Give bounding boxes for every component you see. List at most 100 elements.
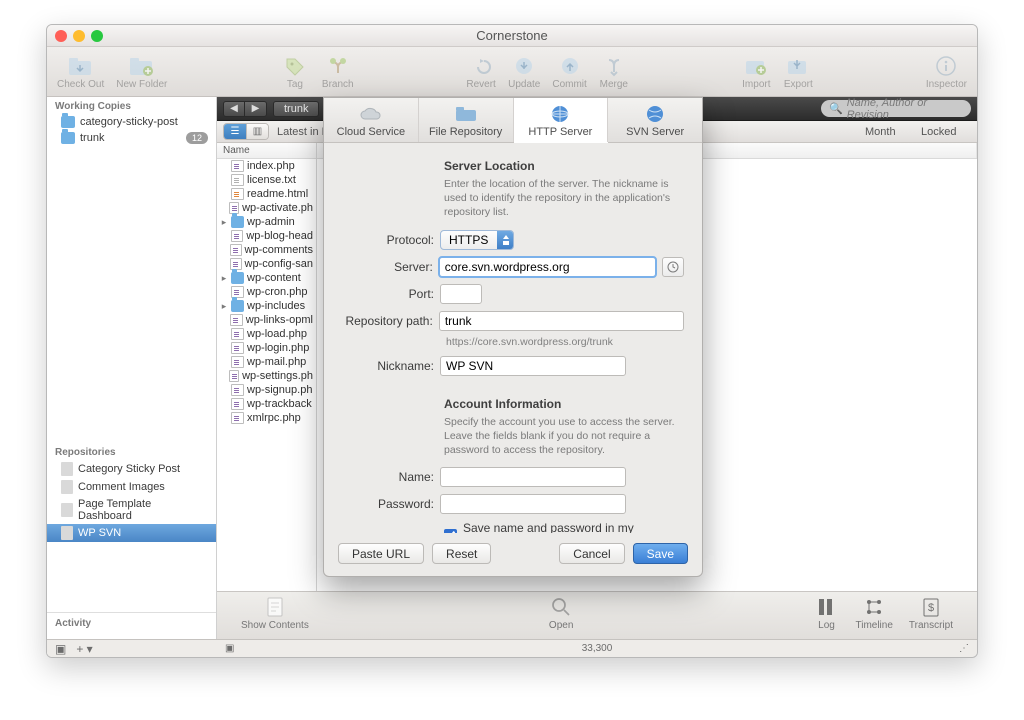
file-icon <box>231 342 244 354</box>
filetree-row[interactable]: wp-login.php <box>217 341 316 355</box>
nav-back-button[interactable]: ◀ <box>223 101 245 117</box>
working-copy-item[interactable]: category-sticky-post <box>47 114 216 130</box>
disclosure-triangle-icon[interactable]: ▸ <box>220 273 228 284</box>
folder-icon <box>61 132 75 144</box>
path-crumb[interactable]: trunk <box>273 101 319 117</box>
status-bar: ▣ 33,300 ⋰ <box>217 639 977 657</box>
server-location-desc: Enter the location of the server. The ni… <box>444 177 684 220</box>
nav-forward-button[interactable]: ▶ <box>245 101 267 117</box>
filetree-row[interactable]: wp-comments <box>217 243 316 257</box>
transcript-button[interactable]: $Transcript <box>909 595 953 631</box>
working-copy-item[interactable]: trunk12 <box>47 130 216 146</box>
account-name-label: Name: <box>336 470 440 484</box>
commit-toolbar-button[interactable]: Commit <box>552 53 586 90</box>
server-location-title: Server Location <box>444 159 684 173</box>
folder-plus-icon <box>127 53 157 79</box>
filetree-row[interactable]: wp-blog-head <box>217 229 316 243</box>
protocol-label: Protocol: <box>336 233 440 247</box>
filetree-header[interactable]: Name <box>217 143 316 159</box>
document-icon <box>262 595 288 619</box>
sidebar-add-button[interactable]: ▣ <box>55 642 66 656</box>
protocol-select-input[interactable]: HTTPS <box>440 230 514 250</box>
filetree-row[interactable]: wp-settings.ph <box>217 369 316 383</box>
filetree-row[interactable]: ▸wp-content <box>217 271 316 285</box>
checkout-toolbar-button[interactable]: Check Out <box>57 53 104 90</box>
export-toolbar-button[interactable]: Export <box>783 53 813 90</box>
file-icon <box>231 356 244 368</box>
source-list: Working Copies category-sticky-post trun… <box>47 97 217 657</box>
filetree-row[interactable]: wp-mail.php <box>217 355 316 369</box>
server-history-button[interactable] <box>662 257 684 277</box>
show-contents-button[interactable]: Show Contents <box>241 595 309 631</box>
filetree-row[interactable]: readme.html <box>217 187 316 201</box>
table-header-locked[interactable]: Locked <box>921 126 971 138</box>
view-mode-segment[interactable]: ☰ ▥ <box>223 123 269 140</box>
sidebar-plus-button[interactable]: + ▾ <box>76 642 92 656</box>
filetree-row[interactable]: ▸wp-admin <box>217 215 316 229</box>
timeline-button[interactable]: Timeline <box>855 595 892 631</box>
timeline-icon <box>861 595 887 619</box>
tag-toolbar-button[interactable]: Tag <box>280 53 310 90</box>
repositories-header: Repositories <box>47 443 216 460</box>
paste-url-button[interactable]: Paste URL <box>338 543 424 564</box>
repo-icon <box>61 526 73 540</box>
filetree-row[interactable]: wp-links-opml <box>217 313 316 327</box>
filetree-row[interactable]: wp-load.php <box>217 327 316 341</box>
add-button[interactable]: ▣ <box>225 643 234 654</box>
table-header-month[interactable]: Month <box>865 126 913 138</box>
filetree-row[interactable]: license.txt <box>217 173 316 187</box>
cancel-button[interactable]: Cancel <box>559 543 624 564</box>
resize-grip-icon[interactable]: ⋰ <box>959 643 969 654</box>
account-password-label: Password: <box>336 497 440 511</box>
tab-svn-server[interactable]: SVN Server <box>608 98 702 142</box>
tab-file-repository[interactable]: File Repository <box>419 98 514 142</box>
protocol-select[interactable]: HTTPS <box>440 230 514 250</box>
filetree-item-name: license.txt <box>247 174 296 186</box>
repository-item[interactable]: Comment Images <box>47 478 216 496</box>
revision-search-field[interactable]: 🔍 Name, Author or Revision <box>821 100 971 117</box>
account-name-field[interactable] <box>440 467 626 487</box>
view-mode-list-icon[interactable]: ☰ <box>224 124 246 139</box>
filetree-row[interactable]: wp-signup.ph <box>217 383 316 397</box>
file-icon <box>231 328 244 340</box>
repository-type-tabs: Cloud Service File Repository HTTP Serve… <box>324 98 702 143</box>
import-toolbar-button[interactable]: Import <box>741 53 771 90</box>
view-mode-column-icon[interactable]: ▥ <box>246 124 268 139</box>
save-button[interactable]: Save <box>633 543 688 564</box>
app-window: Cornerstone Check Out New Folder Tag Bra… <box>46 24 978 658</box>
revert-toolbar-button[interactable]: Revert <box>466 53 496 90</box>
repo-path-field[interactable] <box>439 311 684 331</box>
disclosure-triangle-icon[interactable]: ▸ <box>220 301 228 312</box>
account-info-title: Account Information <box>444 397 684 411</box>
filetree-row[interactable]: index.php <box>217 159 316 173</box>
update-toolbar-button[interactable]: Update <box>508 53 540 90</box>
titlebar: Cornerstone <box>47 25 977 47</box>
filetree-item-name: index.php <box>247 160 295 172</box>
open-button[interactable]: Open <box>548 595 574 631</box>
repository-item[interactable]: Category Sticky Post <box>47 460 216 478</box>
account-info-desc: Specify the account you use to access th… <box>444 415 684 458</box>
reset-button[interactable]: Reset <box>432 543 491 564</box>
repository-item[interactable]: WP SVN <box>47 524 216 542</box>
filetree-row[interactable]: ▸wp-includes <box>217 299 316 313</box>
server-field[interactable] <box>439 257 656 277</box>
account-password-field[interactable] <box>440 494 626 514</box>
repository-item[interactable]: Page Template Dashboard <box>47 496 216 524</box>
nickname-label: Nickname: <box>336 359 440 373</box>
filetree-item-name: xmlrpc.php <box>247 412 301 424</box>
filetree-item-name: wp-trackback <box>247 398 312 410</box>
newfolder-toolbar-button[interactable]: New Folder <box>116 53 167 90</box>
filetree-row[interactable]: xmlrpc.php <box>217 411 316 425</box>
nickname-field[interactable] <box>440 356 626 376</box>
merge-toolbar-button[interactable]: Merge <box>599 53 629 90</box>
branch-toolbar-button[interactable]: Branch <box>322 53 354 90</box>
inspector-toolbar-button[interactable]: Inspector <box>926 53 967 90</box>
log-button[interactable]: Log <box>813 595 839 631</box>
tab-cloud-service[interactable]: Cloud Service <box>324 98 419 142</box>
filetree-item-name: readme.html <box>247 188 308 200</box>
port-field[interactable] <box>440 284 482 304</box>
file-icon <box>230 244 242 256</box>
filetree-row[interactable]: wp-trackback <box>217 397 316 411</box>
disclosure-triangle-icon[interactable]: ▸ <box>220 217 228 228</box>
tab-http-server[interactable]: HTTP Server <box>514 98 609 142</box>
